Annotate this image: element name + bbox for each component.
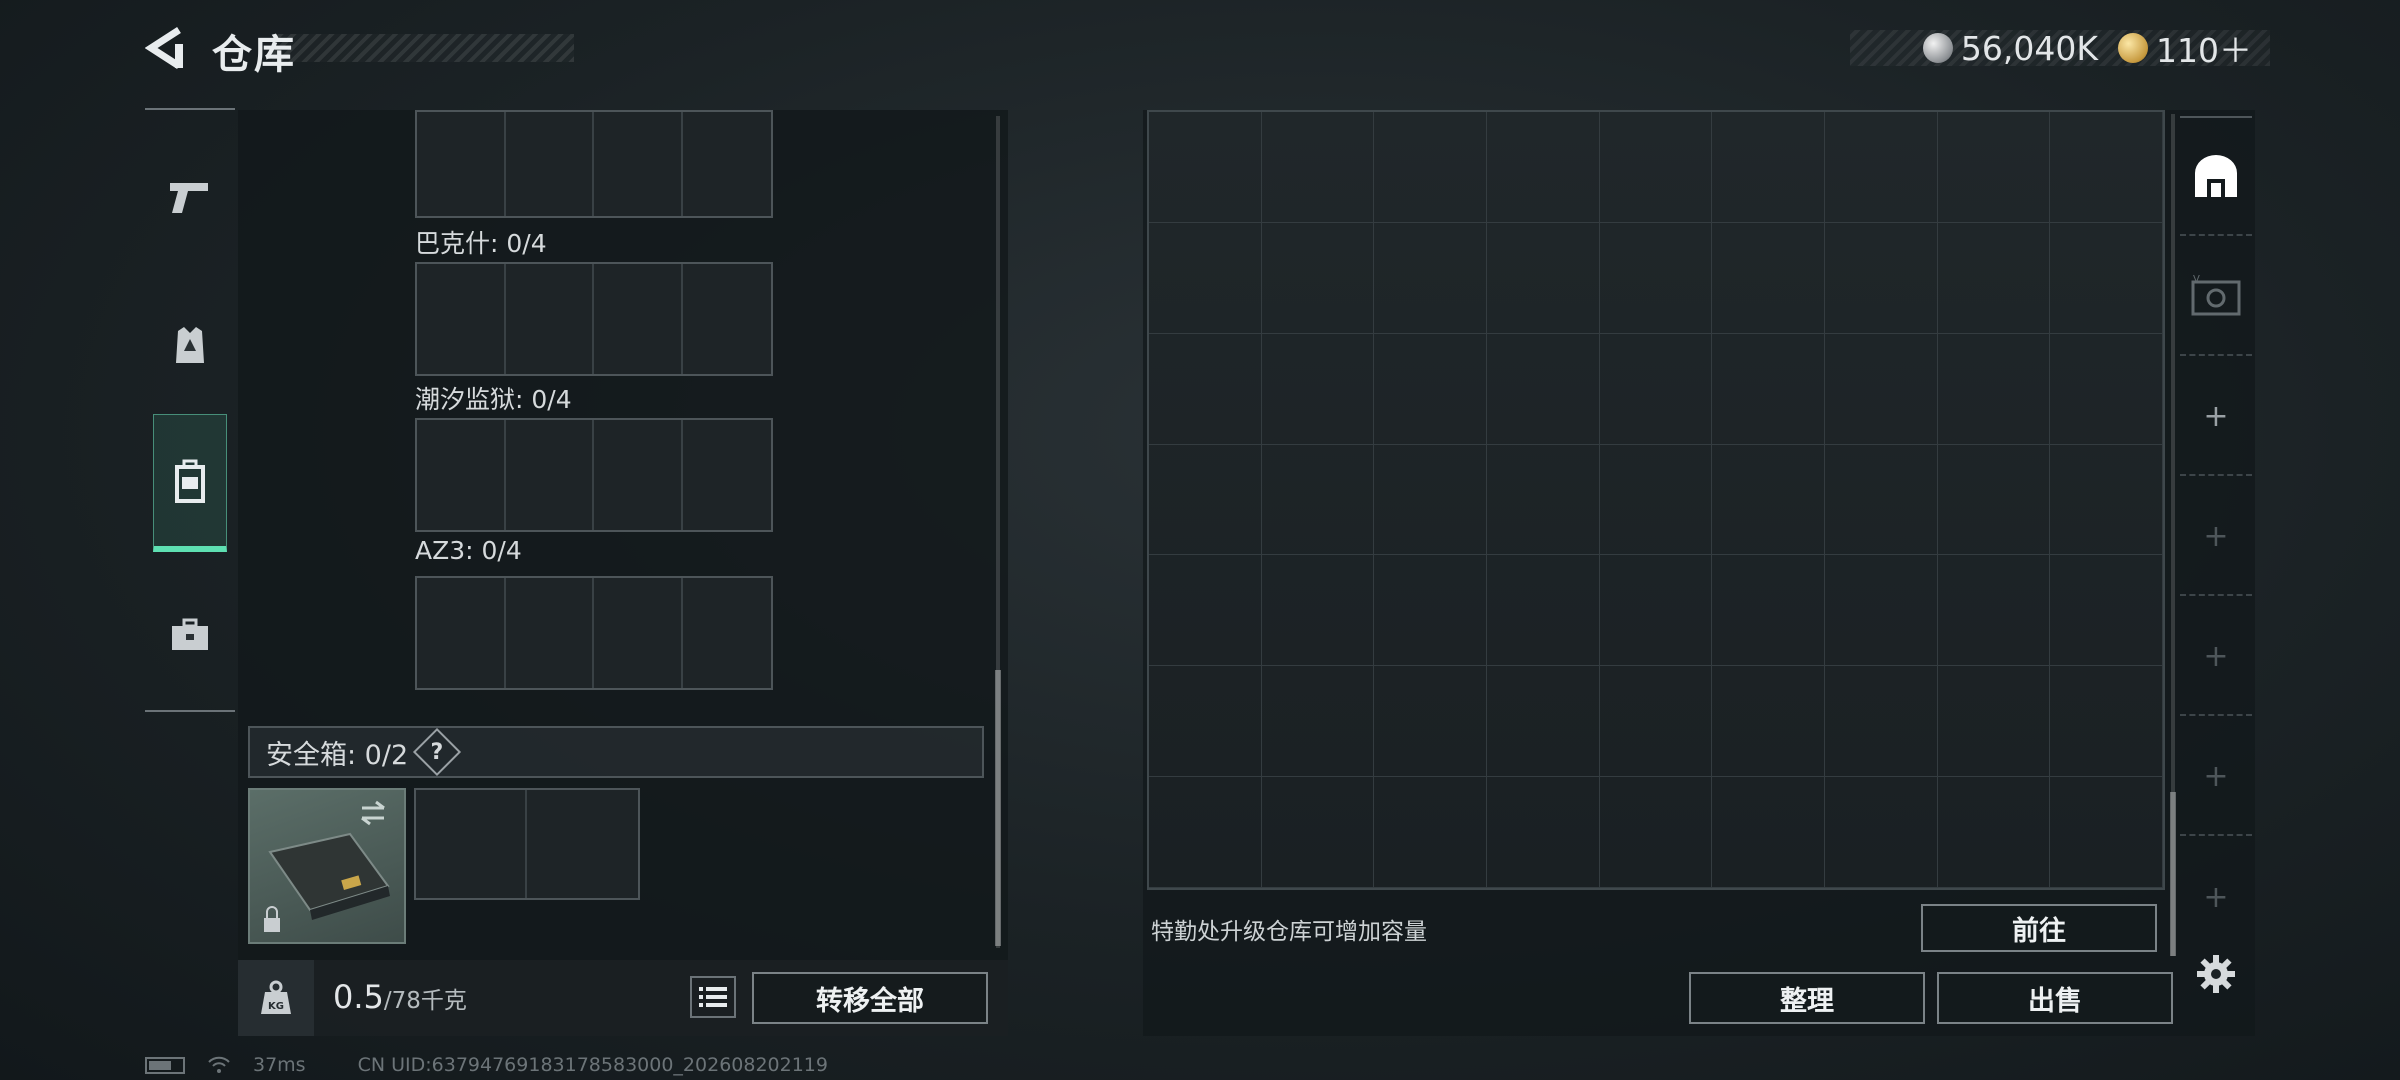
storage-panel: 特勤处升级仓库可增加容量 前往 整理 出售 xyxy=(1143,110,2255,1036)
user-uid: CN UID:63794769183178583000_202608202119 xyxy=(357,1054,828,1076)
ping-readout: 37ms xyxy=(253,1054,306,1076)
sell-button[interactable]: 出售 xyxy=(1937,972,2173,1024)
back-button[interactable] xyxy=(144,26,187,70)
currency-silver[interactable]: 56,040K xyxy=(1922,28,2098,68)
wifi-icon xyxy=(208,1056,230,1073)
safe-box-label: 安全箱: 0/2 xyxy=(266,739,409,771)
currency-bar: 56,040K 110＋ xyxy=(1850,28,2270,70)
section-label: 巴克什: 0/4 xyxy=(415,229,547,258)
weight-indicator: KG xyxy=(238,960,314,1036)
side-tab-add-4[interactable]: + xyxy=(2180,718,2252,836)
tab-backpack[interactable] xyxy=(153,414,227,552)
side-tab-add-2[interactable]: + xyxy=(2180,478,2252,596)
slot-grid-tidal-prison[interactable] xyxy=(415,418,773,532)
side-tab-storage[interactable] xyxy=(2180,116,2252,236)
kg-weight-icon: KG xyxy=(261,980,291,1014)
backpack-icon xyxy=(175,459,205,503)
weight-max: /78千克 xyxy=(383,988,467,1014)
loadout-footer: KG 0.5/78千克 转移全部 xyxy=(238,960,1008,1036)
plus-icon: + xyxy=(2203,518,2229,554)
plus-icon: + xyxy=(2203,398,2229,434)
tidy-button[interactable]: 整理 xyxy=(1689,972,1925,1024)
toolbox-icon xyxy=(172,618,208,650)
battery-icon xyxy=(145,1056,185,1074)
gear-icon xyxy=(2197,955,2235,993)
settings-button[interactable] xyxy=(2196,954,2236,994)
section-label: 潮汐监狱: 0/4 xyxy=(415,385,572,414)
storage-grid[interactable] xyxy=(1147,110,2165,890)
status-bar: 37ms CN UID:63794769183178583000_2026082… xyxy=(145,1054,828,1076)
back-arrow-icon xyxy=(144,27,183,69)
loadout-scrollbar-thumb[interactable] xyxy=(995,670,1001,946)
tab-weapons[interactable] xyxy=(153,128,227,266)
title-decoration xyxy=(272,34,574,62)
question-icon: ? xyxy=(430,739,444,765)
storage-side-tabs: V + + + + + xyxy=(2180,116,2252,976)
safe-box-header: 安全箱: 0/2 ? xyxy=(248,726,984,778)
tab-toolbox[interactable] xyxy=(153,566,227,704)
slot-grid-top[interactable] xyxy=(415,110,773,218)
safe-box-slots[interactable] xyxy=(414,788,640,900)
plus-icon: + xyxy=(2203,758,2229,794)
pistol-icon xyxy=(170,183,208,213)
side-tab-add-3[interactable]: + xyxy=(2180,598,2252,716)
plus-icon: + xyxy=(2203,638,2229,674)
plus-icon: + xyxy=(2203,879,2229,915)
vault-icon: V xyxy=(2191,274,2241,316)
category-tabs xyxy=(145,108,235,712)
goto-button[interactable]: 前往 xyxy=(1921,904,2157,952)
gold-amount: 110＋ xyxy=(2156,31,2252,70)
side-tab-add-5[interactable]: + xyxy=(2180,838,2252,956)
warehouse-icon xyxy=(2195,155,2237,197)
side-tab-safe[interactable]: V xyxy=(2180,238,2252,356)
storage-scrollbar-thumb[interactable] xyxy=(2170,792,2176,956)
slot-grid-az3[interactable] xyxy=(415,576,773,690)
silver-amount: 56,040K xyxy=(1960,28,2098,68)
tab-armor[interactable] xyxy=(153,276,227,414)
slot-grid-bakeshi[interactable] xyxy=(415,262,773,376)
list-icon xyxy=(699,987,727,1007)
weight-readout: 0.5/78千克 xyxy=(333,978,467,1016)
armor-vest-icon xyxy=(176,327,204,363)
weight-value: 0.5 xyxy=(333,978,384,1016)
list-view-button[interactable] xyxy=(690,976,736,1018)
safe-case-item[interactable] xyxy=(248,788,406,944)
page-title: 仓库 xyxy=(212,32,296,78)
storage-upgrade-hint: 特勤处升级仓库可增加容量 xyxy=(1151,919,1427,945)
gold-medal-icon xyxy=(2118,33,2148,63)
transfer-all-button[interactable]: 转移全部 xyxy=(752,972,988,1024)
help-button[interactable]: ? xyxy=(413,727,462,777)
section-label: AZ3: 0/4 xyxy=(415,536,522,565)
silver-coin-icon xyxy=(1922,33,1953,63)
safe-case-icon xyxy=(264,800,390,932)
svg-text:KG: KG xyxy=(268,1001,284,1012)
svg-text:V: V xyxy=(2193,274,2200,285)
loadout-panel: 巴克什: 0/4 潮汐监狱: 0/4 AZ3: 0/4 安全箱: 0/2 ? K… xyxy=(238,110,1008,1036)
currency-gold[interactable]: 110＋ xyxy=(2118,24,2252,72)
side-tab-add-1[interactable]: + xyxy=(2180,358,2252,476)
